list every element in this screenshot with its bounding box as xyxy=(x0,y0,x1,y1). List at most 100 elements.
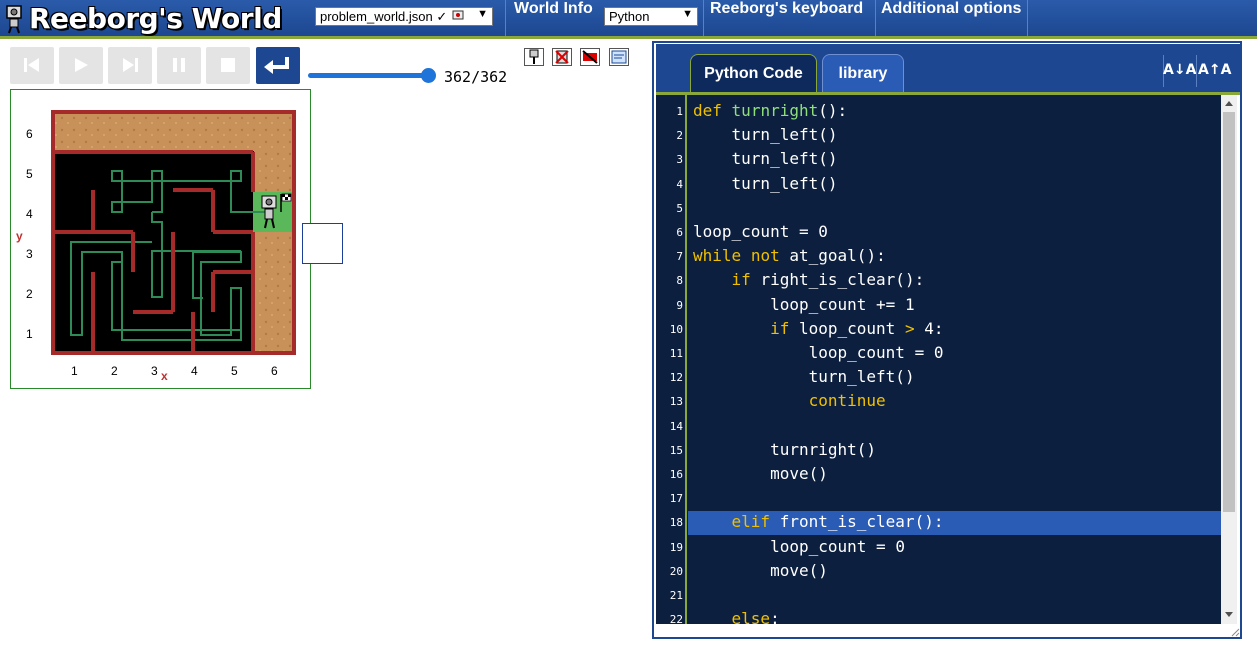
code-token: ) xyxy=(827,149,838,169)
code-token: loop_count xyxy=(693,222,790,241)
reverse-step-button[interactable] xyxy=(10,47,54,84)
code-token: turnright xyxy=(770,439,857,459)
step-button[interactable] xyxy=(108,47,152,84)
line-number: 7 xyxy=(676,250,683,264)
code-line[interactable]: else: xyxy=(693,609,780,628)
line-number: 5 xyxy=(676,201,683,215)
stop-button[interactable] xyxy=(206,47,250,84)
chevron-down-icon: ▼ xyxy=(477,8,488,20)
language-select-value: Python xyxy=(609,9,650,24)
maze-world-canvas[interactable]: 6 5 4 3 2 1 1 2 3 4 5 6 y x xyxy=(11,90,310,388)
code-token: ( xyxy=(818,149,828,169)
clear-world-icon[interactable] xyxy=(552,48,572,66)
line-number: 17 xyxy=(669,492,683,506)
font-decrease-button[interactable]: A↓A xyxy=(1163,55,1196,87)
line-number: 19 xyxy=(669,540,683,554)
code-token: loop_count xyxy=(808,343,905,362)
world-info-button[interactable]: World Info xyxy=(508,0,599,36)
code-line[interactable]: def turnright(): xyxy=(693,101,847,120)
code-token: ( xyxy=(914,512,925,532)
font-increase-button[interactable]: A↑A xyxy=(1198,55,1231,87)
code-line[interactable]: if right_is_clear(): xyxy=(693,270,925,290)
object-placeholder-box xyxy=(302,223,343,264)
code-token: ( xyxy=(818,173,828,193)
code-token: ) xyxy=(818,464,828,483)
robot-tool-icon[interactable] xyxy=(524,48,544,66)
code-token: = xyxy=(798,222,809,241)
pause-button[interactable] xyxy=(157,47,201,84)
line-number: 9 xyxy=(676,298,683,312)
x-tick-label: 6 xyxy=(271,364,278,378)
code-token: ( xyxy=(818,125,828,145)
speed-slider-track[interactable] xyxy=(308,73,434,78)
code-token: ) xyxy=(904,367,915,387)
code-line[interactable]: if loop_count > 4: xyxy=(693,319,943,338)
code-line[interactable]: turn_left() xyxy=(693,174,838,193)
code-line[interactable]: loop_count = 0 xyxy=(693,222,828,241)
code-line[interactable]: turn_left() xyxy=(693,125,838,144)
line-number: 22 xyxy=(669,613,683,627)
code-token: ( xyxy=(808,560,819,580)
x-tick-label: 5 xyxy=(231,364,238,378)
code-line[interactable]: turn_left() xyxy=(693,367,915,386)
stop-icon xyxy=(221,58,235,72)
x-axis-label: x xyxy=(161,369,168,383)
tab-library[interactable]: library xyxy=(822,54,904,95)
line-number: 3 xyxy=(676,153,683,167)
code-line[interactable]: elif front_is_clear(): xyxy=(693,512,944,532)
code-token: ( xyxy=(856,439,867,459)
highlight-toggle-icon[interactable] xyxy=(580,48,600,66)
code-token: loop_count xyxy=(770,294,867,314)
language-select[interactable]: Python ▼ xyxy=(604,7,698,26)
code-line[interactable]: move() xyxy=(693,464,828,483)
code-token: 0 xyxy=(818,222,828,241)
menu-divider xyxy=(1027,0,1028,36)
resize-grip-icon[interactable] xyxy=(1231,628,1240,637)
tab-python-code[interactable]: Python Code xyxy=(690,54,817,95)
pause-icon xyxy=(173,58,185,72)
code-line[interactable]: loop_count += 1 xyxy=(693,295,915,314)
editor-toggle-icon[interactable] xyxy=(609,48,629,66)
code-token: else xyxy=(731,609,771,629)
line-number: 13 xyxy=(669,395,683,409)
scroll-up-icon[interactable] xyxy=(1221,97,1237,111)
code-line[interactable]: move() xyxy=(693,561,828,580)
x-tick-label: 2 xyxy=(111,364,118,378)
additional-options-button[interactable]: Additional options xyxy=(875,0,1027,36)
code-line[interactable]: while not at_goal(): xyxy=(693,246,886,265)
scrollbar-thumb[interactable] xyxy=(1223,112,1235,512)
code-line[interactable]: loop_count = 0 xyxy=(693,343,944,362)
x-tick-label: 3 xyxy=(151,364,158,378)
code-token: move xyxy=(770,560,809,580)
code-token: 1 xyxy=(904,294,915,314)
code-token: ( xyxy=(808,464,819,483)
code-token: continue xyxy=(808,391,886,411)
step-slider-thumb[interactable] xyxy=(421,68,436,83)
code-token: if xyxy=(731,270,751,290)
line-number: 15 xyxy=(669,443,683,457)
code-line[interactable]: loop_count = 0 xyxy=(693,537,905,556)
reload-button[interactable] xyxy=(256,47,300,84)
code-token: = xyxy=(914,343,925,362)
code-line[interactable]: turnright() xyxy=(693,440,876,459)
code-line[interactable]: turn_left() xyxy=(693,149,838,168)
code-line[interactable]: continue xyxy=(693,391,886,410)
run-button[interactable] xyxy=(59,47,103,84)
reeborg-keyboard-button[interactable]: Reeborg's keyboard xyxy=(704,0,869,36)
skip-back-icon xyxy=(24,58,39,72)
world-select[interactable]: problem_world.json ✓ ▼ xyxy=(315,7,493,26)
scroll-down-icon[interactable] xyxy=(1221,607,1237,621)
